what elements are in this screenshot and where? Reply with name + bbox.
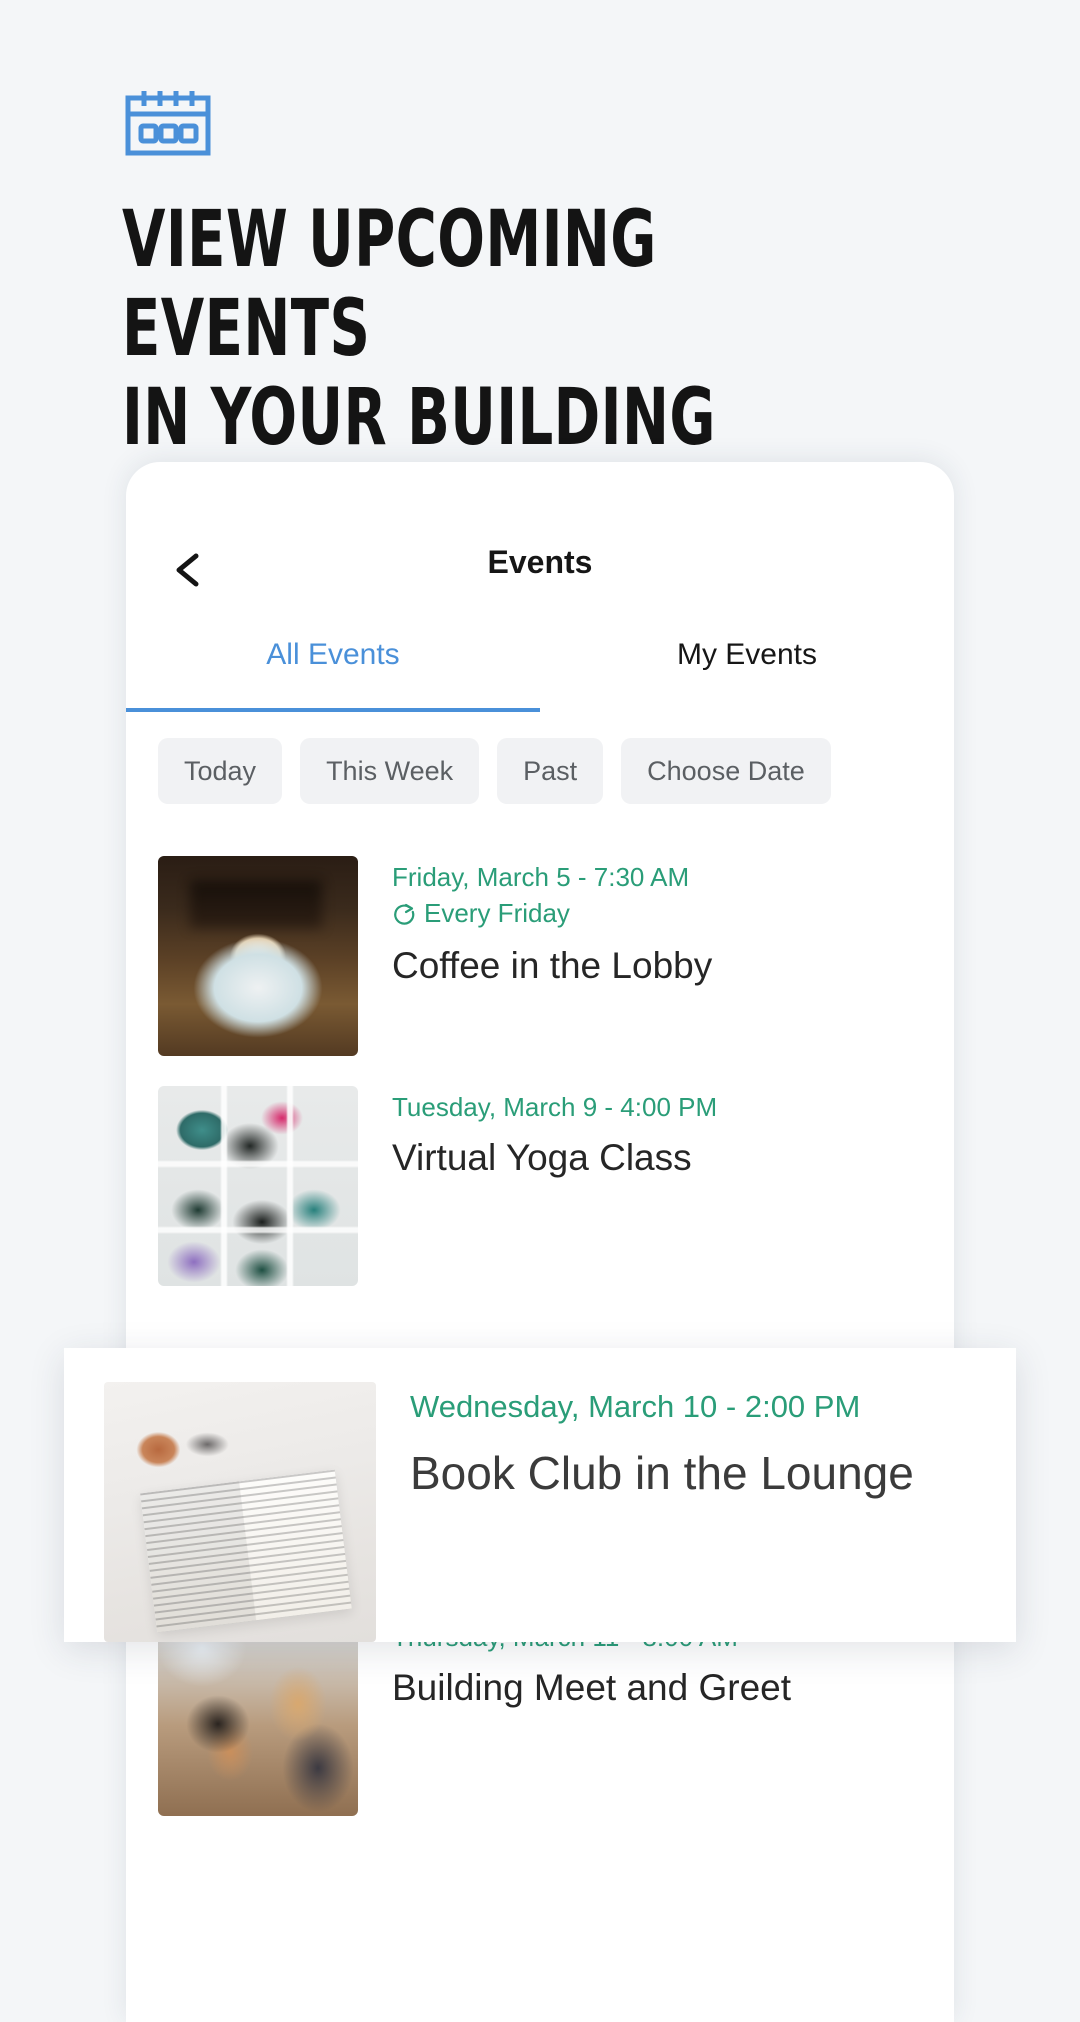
list-item[interactable]: Friday, March 5 - 7:30 AM Every Friday C… bbox=[158, 830, 922, 1060]
event-meta: Tuesday, March 9 - 4:00 PM Virtual Yoga … bbox=[392, 1086, 922, 1290]
event-recurrence-label: Every Friday bbox=[424, 898, 570, 929]
calendar-icon bbox=[124, 88, 212, 156]
tab-all-events-label: All Events bbox=[266, 638, 400, 671]
event-recurrence: Every Friday bbox=[392, 895, 922, 933]
page-title: VIEW UPCOMING EVENTS IN YOUR BUILDING bbox=[122, 195, 716, 463]
filter-chip-label: Choose Date bbox=[647, 755, 805, 786]
event-title: Building Meet and Greet bbox=[392, 1667, 792, 1709]
filter-chip-today[interactable]: Today bbox=[158, 738, 283, 804]
event-title: Virtual Yoga Class bbox=[392, 1137, 692, 1179]
event-title: Coffee in the Lobby bbox=[392, 944, 713, 986]
event-meta: Thursday, March 11 - 8:00 AM Building Me… bbox=[392, 1616, 922, 1820]
tab-my-events[interactable]: My Events bbox=[540, 632, 954, 712]
tab-all-events[interactable]: All Events bbox=[126, 632, 540, 712]
filter-chip-label: This Week bbox=[326, 755, 454, 786]
filter-chip-label: Past bbox=[523, 755, 578, 786]
filter-chip-label: Today bbox=[184, 755, 257, 786]
event-thumbnail-book bbox=[104, 1382, 376, 1642]
event-datetime: Tuesday, March 9 - 4:00 PM bbox=[392, 1092, 718, 1122]
refresh-icon bbox=[394, 903, 415, 925]
list-item[interactable]: Tuesday, March 9 - 4:00 PM Virtual Yoga … bbox=[158, 1060, 922, 1290]
highlighted-event-card[interactable]: Wednesday, March 10 - 2:00 PM Book Club … bbox=[64, 1348, 1016, 1642]
event-thumbnail-coffee bbox=[158, 856, 358, 1056]
events-list: Friday, March 5 - 7:30 AM Every Friday C… bbox=[126, 804, 954, 1820]
event-thumbnail-people bbox=[158, 1616, 358, 1816]
event-thumbnail-yoga bbox=[158, 1086, 358, 1286]
event-datetime: Friday, March 5 - 7:30 AM bbox=[392, 862, 690, 892]
tab-my-events-label: My Events bbox=[676, 638, 818, 671]
app-navbar: Events bbox=[126, 524, 954, 632]
event-meta: Friday, March 5 - 7:30 AM Every Friday C… bbox=[392, 856, 922, 1060]
filter-chip-choose-date[interactable]: Choose Date bbox=[621, 738, 831, 804]
phone-mockup: Events All Events My Events Today This W… bbox=[126, 462, 954, 2022]
event-title: Book Club in the Lounge bbox=[410, 1446, 914, 1499]
navbar-title: Events bbox=[487, 544, 593, 580]
filter-chip-row: Today This Week Past Choose Date bbox=[126, 712, 954, 804]
tab-bar: All Events My Events bbox=[126, 632, 954, 712]
filter-chip-past[interactable]: Past bbox=[497, 738, 604, 804]
event-datetime: Wednesday, March 10 - 2:00 PM bbox=[410, 1389, 861, 1424]
filter-chip-this-week[interactable]: This Week bbox=[300, 738, 480, 804]
event-meta: Wednesday, March 10 - 2:00 PM Book Club … bbox=[410, 1382, 976, 1608]
